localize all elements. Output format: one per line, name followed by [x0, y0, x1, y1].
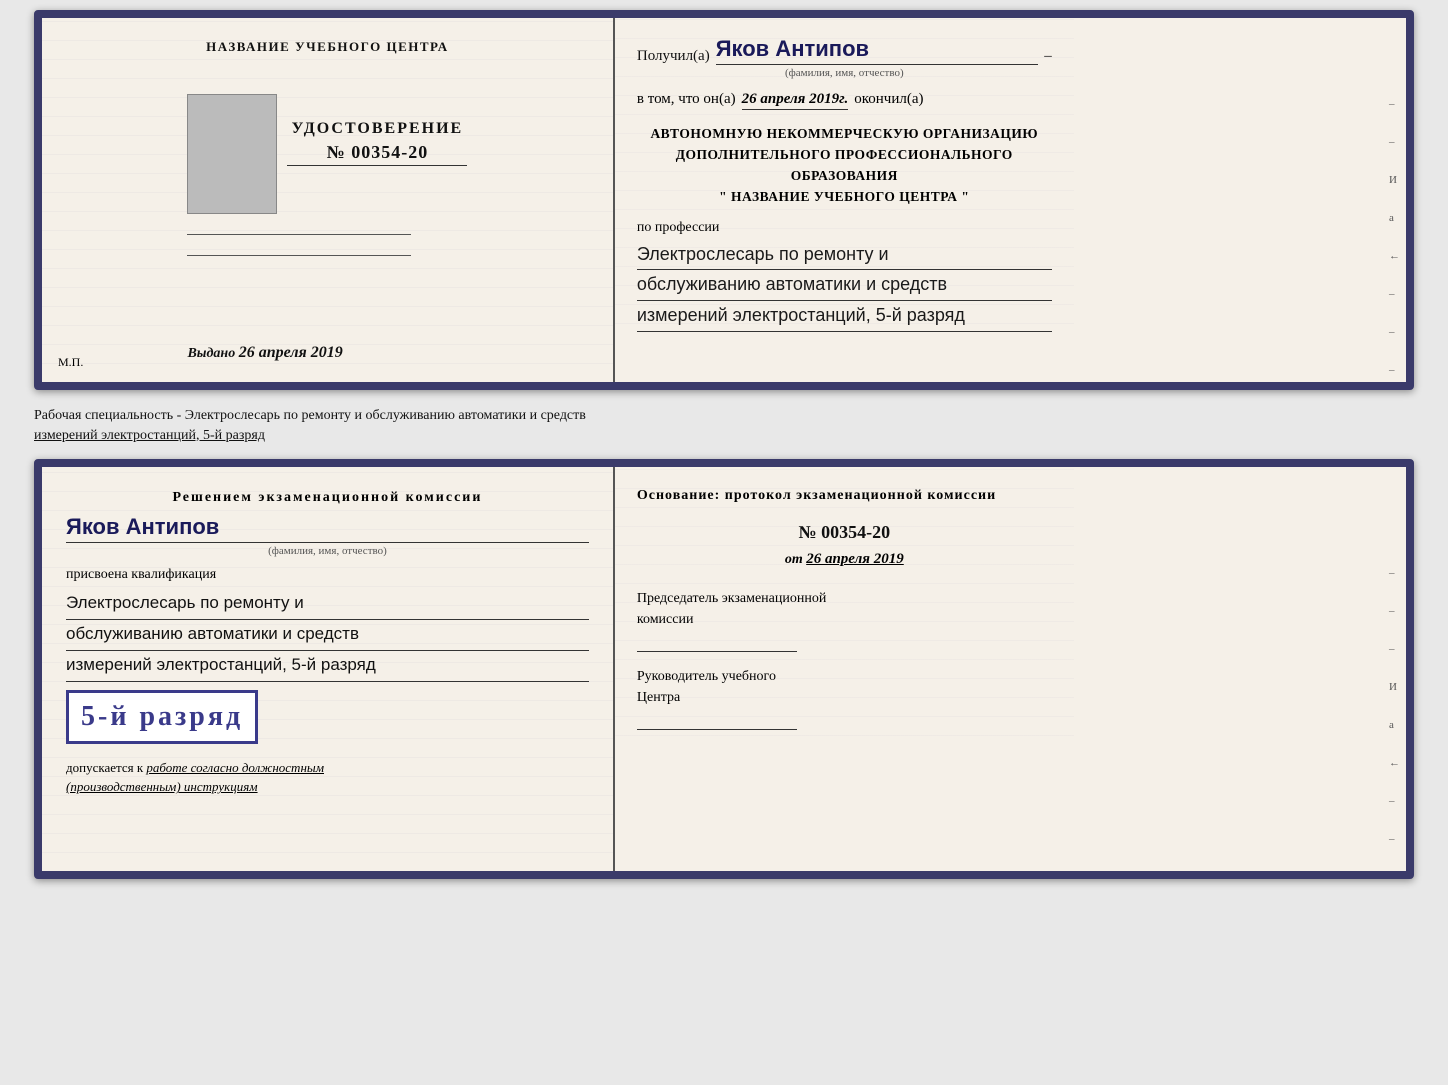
- in-that-line: в том, что он(а) 26 апреля 2019г. окончи…: [637, 91, 1052, 110]
- mark6: –: [1389, 288, 1400, 300]
- finished-label: окончил(а): [854, 91, 923, 108]
- mark1: –: [1389, 98, 1400, 110]
- allowed-line: допускается к работе согласно должностны…: [66, 758, 589, 797]
- bottom-document: Решением экзаменационной комиссии Яков А…: [34, 459, 1414, 879]
- cert-label: УДОСТОВЕРЕНИЕ: [292, 120, 464, 138]
- chairman-block: Председатель экзаменационной комиссии: [637, 588, 1052, 652]
- issued-label: Выдано: [187, 346, 235, 361]
- side-marks-top: – – И а ← – – – –: [1389, 98, 1400, 390]
- bottom-doc-left: Решением экзаменационной комиссии Яков А…: [42, 467, 615, 871]
- qualification-text: Электрослесарь по ремонту и обслуживанию…: [66, 589, 589, 682]
- director-label: Руководитель учебного Центра: [637, 666, 1052, 708]
- org-line1: АВТОНОМНУЮ НЕКОММЕРЧЕСКУЮ ОРГАНИЗАЦИЮ: [637, 124, 1052, 145]
- divider: [187, 234, 411, 235]
- from-date-value: 26 апреля 2019: [806, 551, 904, 567]
- bmark4: И: [1389, 681, 1400, 693]
- bmark7: –: [1389, 795, 1400, 807]
- mark7: –: [1389, 326, 1400, 338]
- separator-text: Рабочая специальность - Электрослесарь п…: [34, 402, 1414, 447]
- recv-line: Получил(а) Яков Антипов –: [637, 36, 1052, 65]
- director-label2: Центра: [637, 690, 680, 705]
- chairman-label: Председатель экзаменационной комиссии: [637, 588, 1052, 630]
- top-left-org-name: НАЗВАНИЕ УЧЕБНОГО ЦЕНТРА: [187, 38, 467, 56]
- bmark5: а: [1389, 719, 1400, 731]
- bottom-doc-right: Основание: протокол экзаменационной коми…: [615, 467, 1074, 754]
- org-line2: ДОПОЛНИТЕЛЬНОГО ПРОФЕССИОНАЛЬНОГО ОБРАЗО…: [637, 145, 1052, 187]
- issued-date: 26 апреля 2019: [239, 344, 343, 361]
- profession-text: Электрослесарь по ремонту и обслуживанию…: [637, 240, 1052, 332]
- top-doc-right-wrapper: Получил(а) Яков Антипов – (фамилия, имя,…: [615, 18, 1406, 382]
- profession-line1: Электрослесарь по ремонту и: [637, 240, 1052, 271]
- chairman-label1: Председатель экзаменационной: [637, 591, 826, 606]
- top-doc-right: Получил(а) Яков Антипов – (фамилия, имя,…: [615, 18, 1074, 342]
- bmark9: –: [1389, 871, 1400, 879]
- profession-line2: обслуживанию автоматики и средств: [637, 270, 1052, 301]
- qual-line2: обслуживанию автоматики и средств: [66, 620, 589, 651]
- sep-line2: измерений электростанций, 5-й разряд: [34, 426, 1414, 446]
- cert-number: № 00354-20: [287, 142, 467, 166]
- osnov-title: Основание: протокол экзаменационной коми…: [637, 485, 1052, 506]
- bmark3: –: [1389, 643, 1400, 655]
- org-block: АВТОНОМНУЮ НЕКОММЕРЧЕСКУЮ ОРГАНИЗАЦИЮ ДО…: [637, 124, 1052, 208]
- bottom-name-subtitle: (фамилия, имя, отчество): [66, 545, 589, 557]
- allowed-italic: работе согласно должностным: [146, 760, 324, 775]
- sep-line1: Рабочая специальность - Электрослесарь п…: [34, 406, 1414, 426]
- qual-line3: измерений электростанций, 5-й разряд: [66, 651, 589, 682]
- chairman-label2: комиссии: [637, 612, 694, 627]
- recv-name-subtitle: (фамилия, имя, отчество): [637, 67, 1052, 79]
- qual-line1: Электрослесарь по ремонту и: [66, 589, 589, 620]
- side-marks-bottom: – – – И а ← – – – – –: [1389, 567, 1400, 879]
- in-that-date: 26 апреля 2019г.: [742, 91, 849, 110]
- recv-name: Яков Антипов: [716, 36, 1039, 65]
- top-doc-left: НАЗВАНИЕ УЧЕБНОГО ЦЕНТРА УДОСТОВЕРЕНИЕ №…: [42, 18, 615, 382]
- bmark2: –: [1389, 605, 1400, 617]
- mark8: –: [1389, 364, 1400, 376]
- bmark6: ←: [1389, 757, 1400, 769]
- bottom-person-name: Яков Антипов: [66, 514, 589, 543]
- director-sign-line: [637, 712, 797, 730]
- from-date-line: от 26 апреля 2019: [637, 551, 1052, 568]
- allowed-italic2: (производственным) инструкциям: [66, 779, 258, 794]
- top-document: НАЗВАНИЕ УЧЕБНОГО ЦЕНТРА УДОСТОВЕРЕНИЕ №…: [34, 10, 1414, 390]
- org-line3: " НАЗВАНИЕ УЧЕБНОГО ЦЕНТРА ": [637, 187, 1052, 208]
- photo-placeholder: [187, 94, 277, 214]
- from-label: от: [785, 552, 803, 567]
- director-block: Руководитель учебного Центра: [637, 666, 1052, 730]
- rank-badge: 5-й разряд: [66, 690, 258, 744]
- mark2: –: [1389, 136, 1400, 148]
- mark5: ←: [1389, 250, 1400, 262]
- in-that-prefix: в том, что он(а): [637, 91, 736, 108]
- mark3: И: [1389, 174, 1400, 186]
- bmark1: –: [1389, 567, 1400, 579]
- mark4: а: [1389, 212, 1400, 224]
- dash: –: [1044, 48, 1052, 65]
- director-label1: Руководитель учебного: [637, 669, 776, 684]
- document-container: НАЗВАНИЕ УЧЕБНОГО ЦЕНТРА УДОСТОВЕРЕНИЕ №…: [34, 10, 1414, 879]
- issued-line: Выдано 26 апреля 2019: [187, 334, 467, 362]
- mp-label: М.П.: [58, 355, 83, 370]
- divider2: [187, 255, 411, 256]
- chairman-sign-line: [637, 634, 797, 652]
- profession-label: по профессии: [637, 220, 1052, 236]
- qualification-label: присвоена квалификация: [66, 567, 589, 583]
- allowed-prefix: допускается к: [66, 760, 143, 775]
- bottom-doc-right-wrapper: Основание: протокол экзаменационной коми…: [615, 467, 1406, 871]
- protocol-number: № 00354-20: [637, 522, 1052, 543]
- profession-line3: измерений электростанций, 5-й разряд: [637, 301, 1052, 332]
- recv-prefix: Получил(а): [637, 48, 710, 65]
- decision-title: Решением экзаменационной комиссии: [66, 487, 589, 508]
- bmark8: –: [1389, 833, 1400, 845]
